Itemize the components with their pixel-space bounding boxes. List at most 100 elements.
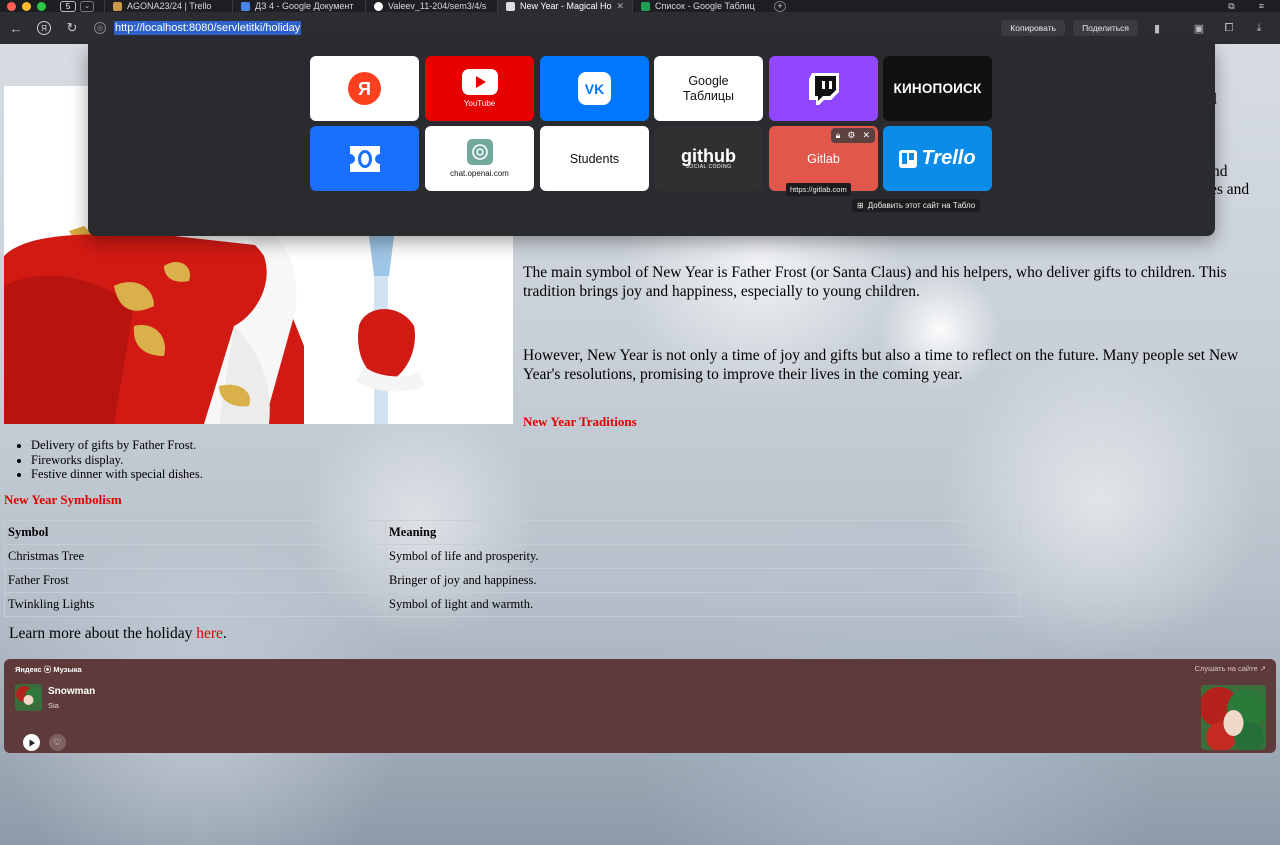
play-button[interactable] [23, 734, 40, 751]
tile-google-sheets[interactable]: Google Таблицы [654, 56, 763, 121]
tile-caption: Gitlab [807, 151, 840, 166]
tile-trello[interactable]: Trello [883, 126, 992, 191]
reload-icon[interactable]: ↻ [58, 20, 86, 36]
page-favicon-icon [506, 1, 515, 11]
learn-more-prefix: Learn more about the holiday [9, 625, 197, 642]
tile-vk[interactable]: VK [540, 56, 649, 121]
tab-label: New Year - Magical Ho [520, 1, 612, 11]
like-button[interactable]: ♡ [49, 734, 66, 751]
address-bar[interactable]: http://localhost:8080/servletitki/holida… [114, 21, 302, 35]
table-row: Father Frost Bringer of joy and happines… [4, 568, 1021, 593]
trello-favicon-icon [113, 1, 122, 11]
close-icon[interactable]: ✕ [862, 130, 870, 141]
close-icon[interactable]: ✕ [617, 1, 625, 12]
tile-caption: github [681, 145, 736, 166]
table-cell: Christmas Tree [4, 544, 386, 569]
lock-icon[interactable]: 🔒︎ [836, 130, 841, 141]
add-site-to-tablo-button[interactable]: ⊞ Добавить этот сайт на Табло [852, 199, 981, 212]
vk-logo-icon: VK [578, 72, 611, 105]
ticket-icon [349, 145, 380, 172]
tile-github[interactable]: github SOCIAL CODING [654, 126, 763, 191]
artist-name[interactable]: Sia [48, 701, 59, 710]
table-cell: Bringer of joy and happiness. [385, 568, 1021, 593]
album-cover-large [1201, 685, 1266, 750]
tab-count-badge[interactable]: 5 [60, 0, 76, 12]
twitch-logo-icon [808, 72, 839, 105]
tab-bar: 5 ⌄ AGONA23/24 | Trello ДЗ 4 - Google До… [0, 0, 1280, 12]
tab-trello[interactable]: AGONA23/24 | Trello [104, 0, 232, 12]
svg-text:Я: Я [358, 79, 371, 99]
minimize-window-button[interactable] [22, 1, 31, 11]
bookmark-icon[interactable]: ▮ [1146, 22, 1168, 35]
download-icon[interactable]: ⤓ [1248, 22, 1270, 35]
tile-twitch[interactable] [769, 56, 878, 121]
tabbar-right: ⧉ ≡ [1228, 1, 1280, 12]
text-fragment: es and [1210, 181, 1250, 198]
back-arrow-icon[interactable]: ← [2, 21, 30, 36]
column-header-meaning: Meaning [385, 520, 1021, 545]
new-tab-button[interactable]: + [774, 0, 786, 12]
tile-yandex-id[interactable] [310, 126, 419, 191]
table-header-row: Symbol Meaning [4, 520, 1021, 545]
chevron-down-icon[interactable]: ⌄ [80, 0, 94, 12]
add-box-icon: ⊞ [857, 201, 864, 210]
tile-kinopoisk[interactable]: КИНОПОИСК [883, 56, 992, 121]
tab-google-sheets[interactable]: Список - Google Таблиц [632, 0, 768, 12]
yandex-music-logo: Яндекс ⦿ Музыка [15, 665, 82, 674]
yandex-icon[interactable]: Я [37, 21, 51, 35]
copy-button[interactable]: Копировать [1001, 20, 1066, 36]
tile-yandex[interactable]: Я [310, 56, 419, 121]
symbolism-heading: New Year Symbolism [4, 492, 122, 507]
tile-tools: 🔒︎ ⚙ ✕ [830, 128, 875, 143]
learn-more-link[interactable]: here [196, 625, 223, 642]
google-docs-favicon-icon [241, 1, 250, 11]
list-item: Fireworks display. [31, 453, 203, 468]
tab-github[interactable]: Valeev_11-204/sem3/4/s [365, 0, 497, 12]
learn-more-text: Learn more about the holiday here. [9, 625, 227, 643]
tile-students[interactable]: Students [540, 126, 649, 191]
tab-google-doc[interactable]: ДЗ 4 - Google Документ [232, 0, 365, 12]
maximize-window-button[interactable] [37, 1, 46, 11]
collections-icon[interactable]: ▣ [1188, 22, 1210, 35]
add-site-label: Добавить этот сайт на Табло [867, 201, 976, 210]
close-window-button[interactable] [7, 1, 16, 11]
symbolism-table: Symbol Meaning Christmas Tree Symbol of … [4, 520, 1021, 617]
gear-icon[interactable]: ⚙ [847, 130, 855, 141]
tile-caption: chat.openai.com [450, 169, 509, 178]
github-favicon-icon [374, 1, 383, 11]
share-button[interactable]: Поделиться [1073, 20, 1138, 36]
tab-new-year[interactable]: New Year - Magical Ho ✕ [497, 0, 632, 12]
google-sheets-favicon-icon [641, 1, 650, 11]
window-controls [0, 1, 46, 11]
traditions-heading: New Year Traditions [523, 414, 637, 429]
chatgpt-logo-icon [466, 139, 493, 165]
copy-window-icon[interactable]: ⧉ [1228, 1, 1234, 12]
yandex-music-widget: Яндекс ⦿ Музыка Слушать на сайте ↗ Snowm… [4, 659, 1276, 753]
yandex-logo-icon: Я [348, 72, 381, 105]
browser-toolbar: ← Я ↻ ◎ http://localhost:8080/servletitk… [0, 12, 1280, 44]
table-cell: Symbol of light and warmth. [385, 592, 1021, 617]
song-title: Snowman [48, 686, 96, 697]
learn-more-suffix: . [222, 625, 227, 642]
listen-on-site-link[interactable]: Слушать на сайте ↗ [1195, 664, 1266, 673]
gitlab-url-tooltip: https://gitlab.com [786, 183, 851, 196]
album-cover-thumbnail [15, 684, 42, 711]
tile-caption: КИНОПОИСК [893, 81, 982, 96]
tile-youtube[interactable]: YouTube [425, 56, 534, 121]
svg-text:VK: VK [585, 81, 604, 97]
tile-gitlab[interactable]: Gitlab 🔒︎ ⚙ ✕ [769, 126, 878, 191]
tab-label: Список - Google Таблиц [655, 1, 755, 11]
table-row: Twinkling Lights Symbol of light and war… [4, 592, 1021, 617]
paragraph-father-frost: The main symbol of New Year is Father Fr… [523, 264, 1227, 300]
tab-label: ДЗ 4 - Google Документ [255, 1, 354, 11]
site-info-icon[interactable]: ◎ [94, 22, 106, 34]
tile-caption: YouTube [463, 99, 496, 108]
tile-subcaption: SOCIAL CODING [685, 163, 732, 170]
tile-caption: Students [569, 151, 620, 166]
tile-chatgpt[interactable]: chat.openai.com [425, 126, 534, 191]
table-cell: Father Frost [4, 568, 386, 593]
table-row: Christmas Tree Symbol of life and prospe… [4, 544, 1021, 569]
tab-label: Valeev_11-204/sem3/4/s [388, 1, 487, 11]
menu-icon[interactable]: ≡ [1259, 1, 1264, 12]
extensions-icon[interactable]: ⧠ [1218, 22, 1240, 35]
